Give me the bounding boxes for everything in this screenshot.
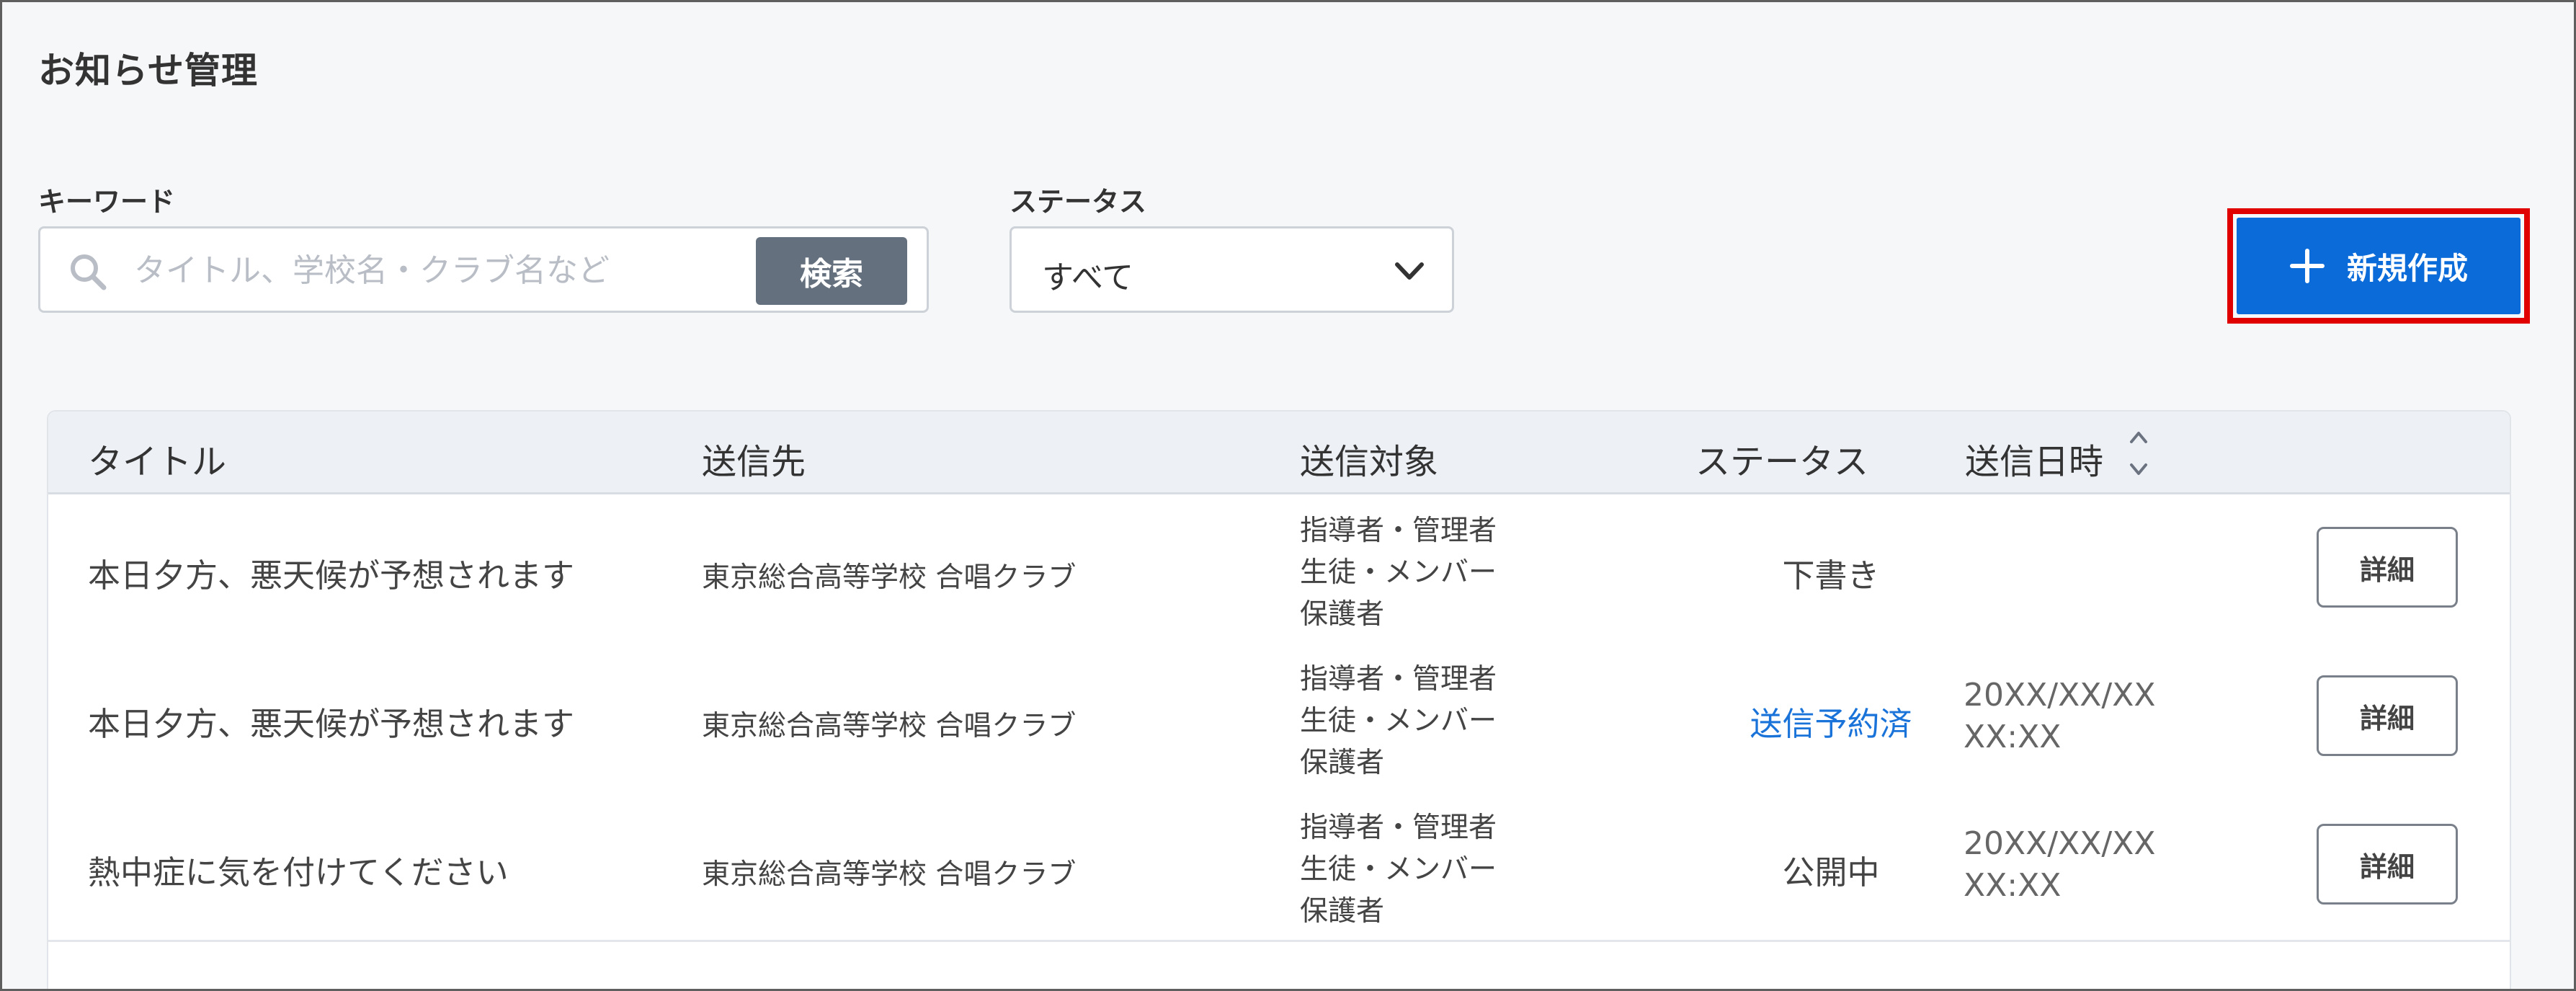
row-targets: 指導者・管理者 生徒・メンバー 保護者 bbox=[1300, 807, 1497, 933]
header-sent-at[interactable]: 送信日時 bbox=[1965, 433, 2103, 484]
keyword-input[interactable] bbox=[134, 243, 768, 298]
detail-button[interactable]: 詳細 bbox=[2317, 824, 2458, 905]
row-sent-at: 20XX/XX/XX XX:XX bbox=[1964, 823, 2156, 907]
chevron-down-icon bbox=[1395, 262, 1424, 280]
row-destination: 東京総合高等学校 合唱クラブ bbox=[702, 561, 1077, 594]
row-status: 下書き bbox=[1782, 556, 1880, 595]
row-title: 熱中症に気を付けてください bbox=[88, 853, 509, 892]
search-icon bbox=[71, 254, 107, 290]
new-create-button[interactable]: 新規作成 bbox=[2237, 218, 2521, 314]
row-date: 20XX/XX/XX bbox=[1964, 677, 2156, 714]
sort-icon[interactable] bbox=[2126, 425, 2152, 482]
row-status: 公開中 bbox=[1782, 853, 1880, 892]
status-select[interactable]: すべて bbox=[1010, 226, 1454, 313]
row-time: XX:XX bbox=[1964, 867, 2062, 904]
row-targets: 指導者・管理者 生徒・メンバー 保護者 bbox=[1300, 659, 1497, 784]
target-item: 保護者 bbox=[1300, 598, 1385, 631]
header-targets: 送信対象 bbox=[1300, 442, 1439, 482]
notice-table: タイトル 送信先 送信対象 ステータス 送信日時 本日夕方、悪天候が予想されます… bbox=[47, 410, 2511, 989]
status-select-value: すべて bbox=[1042, 259, 1134, 296]
keyword-search-box: 検索 bbox=[38, 226, 929, 313]
target-item: 保護者 bbox=[1300, 895, 1385, 928]
header-status: ステータス bbox=[1695, 442, 1869, 482]
row-targets: 指導者・管理者 生徒・メンバー 保護者 bbox=[1300, 510, 1497, 636]
row-destination: 東京総合高等学校 合唱クラブ bbox=[702, 710, 1077, 742]
table-header: タイトル 送信先 送信対象 ステータス 送信日時 bbox=[48, 412, 2510, 494]
table-row: 本日夕方、悪天候が予想されます 東京総合高等学校 合唱クラブ 指導者・管理者 生… bbox=[48, 643, 2510, 794]
new-create-label: 新規作成 bbox=[2346, 250, 2468, 286]
target-item: 生徒・メンバー bbox=[1300, 853, 1497, 886]
target-item: 保護者 bbox=[1300, 747, 1385, 779]
row-date: 20XX/XX/XX bbox=[1964, 825, 2156, 862]
plus-icon bbox=[2289, 249, 2325, 283]
target-item: 指導者・管理者 bbox=[1300, 515, 1497, 547]
table-row: 熱中症に気を付けてください 東京総合高等学校 合唱クラブ 指導者・管理者 生徒・… bbox=[48, 791, 2510, 942]
target-item: 指導者・管理者 bbox=[1300, 812, 1497, 844]
row-time: XX:XX bbox=[1964, 719, 2062, 755]
detail-button[interactable]: 詳細 bbox=[2317, 675, 2458, 756]
header-destination: 送信先 bbox=[702, 442, 806, 482]
status-label: ステータス bbox=[1010, 186, 1147, 218]
row-status: 送信予約済 bbox=[1750, 705, 1912, 743]
target-item: 指導者・管理者 bbox=[1300, 663, 1497, 696]
row-title: 本日夕方、悪天候が予想されます bbox=[88, 705, 575, 743]
header-title: タイトル bbox=[88, 442, 227, 482]
page-title: お知らせ管理 bbox=[38, 50, 258, 92]
keyword-label: キーワード bbox=[38, 186, 176, 218]
detail-button[interactable]: 詳細 bbox=[2317, 527, 2458, 608]
search-button[interactable]: 検索 bbox=[756, 237, 907, 305]
target-item: 生徒・メンバー bbox=[1300, 556, 1497, 589]
notice-management-screen: お知らせ管理 キーワード ステータス 検索 すべて 新規作成 タイトル 送信先 … bbox=[0, 0, 2576, 991]
table-row: 本日夕方、悪天候が予想されます 東京総合高等学校 合唱クラブ 指導者・管理者 生… bbox=[48, 494, 2510, 645]
target-item: 生徒・メンバー bbox=[1300, 705, 1497, 737]
row-destination: 東京総合高等学校 合唱クラブ bbox=[702, 858, 1077, 891]
row-title: 本日夕方、悪天候が予想されます bbox=[88, 556, 575, 595]
row-sent-at: 20XX/XX/XX XX:XX bbox=[1964, 675, 2156, 758]
